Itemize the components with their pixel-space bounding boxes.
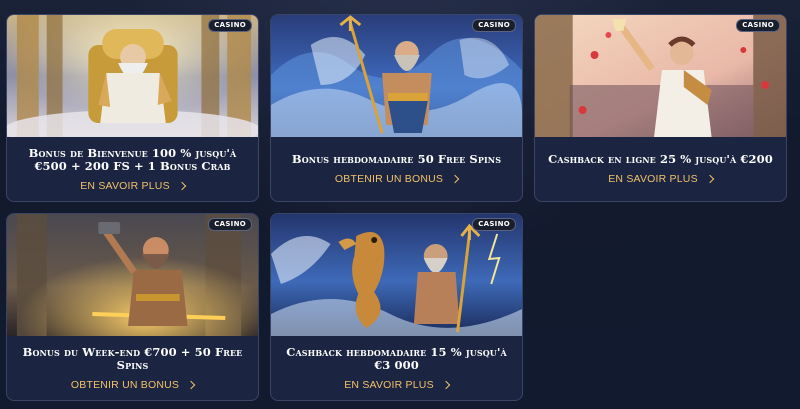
promo-image-poseidon: CASINO — [271, 15, 522, 137]
dionysus-celebration-icon — [535, 15, 786, 137]
promotions-grid: CASINO Bonus de Bienvenue 100 % jusqu'à … — [6, 14, 787, 401]
chevron-right-icon — [450, 174, 460, 184]
get-bonus-link[interactable]: OBTENIR UN BONUS — [334, 173, 460, 185]
promo-card-weekly-free-spins[interactable]: CASINO Bonus hebdomadaire 50 Free Spins … — [270, 14, 523, 202]
promo-title: Bonus du Week-end €700 + 50 Free Spins — [22, 344, 243, 372]
chevron-right-icon — [177, 181, 187, 190]
chevron-right-icon — [441, 380, 451, 389]
zeus-throne-icon — [7, 15, 258, 137]
promo-card-body: Bonus du Week-end €700 + 50 Free Spins O… — [7, 336, 258, 400]
cta-label: EN SAVOIR PLUS — [344, 378, 434, 391]
promo-card-welcome-bonus[interactable]: CASINO Bonus de Bienvenue 100 % jusqu'à … — [6, 14, 259, 202]
promo-title: Cashback hebdomadaire 15 % jusqu'à €3 00… — [286, 344, 507, 372]
cta-label: OBTENIR UN BONUS — [70, 378, 180, 391]
chevron-right-icon — [705, 174, 715, 184]
casino-badge: CASINO — [736, 19, 780, 32]
casino-badge: CASINO — [208, 19, 252, 32]
promotions-page: CASINO Bonus de Bienvenue 100 % jusqu'à … — [0, 0, 800, 409]
promo-image-poseidon-seahorse: CASINO — [271, 214, 522, 336]
promo-title: Bonus hebdomadaire 50 Free Spins — [291, 152, 502, 166]
casino-badge: CASINO — [472, 218, 516, 231]
promo-card-body: Cashback en ligne 25 % jusqu'à €200 EN S… — [535, 137, 786, 201]
casino-badge: CASINO — [472, 19, 516, 32]
learn-more-link[interactable]: EN SAVOIR PLUS — [608, 173, 715, 185]
cta-label: OBTENIR UN BONUS — [334, 173, 444, 185]
learn-more-link[interactable]: EN SAVOIR PLUS — [80, 179, 187, 192]
get-bonus-link[interactable]: OBTENIR UN BONUS — [70, 378, 196, 391]
poseidon-seahorse-icon — [271, 214, 522, 336]
promo-title: Cashback en ligne 25 % jusqu'à €200 — [548, 152, 773, 166]
learn-more-link[interactable]: EN SAVOIR PLUS — [344, 378, 451, 391]
chevron-right-icon — [186, 380, 196, 389]
promo-card-weekly-cashback[interactable]: CASINO Cashback hebdomadaire 15 % jusqu'… — [270, 213, 523, 401]
promo-card-body: Bonus hebdomadaire 50 Free Spins OBTENIR… — [271, 137, 522, 201]
promo-title: Bonus de Bienvenue 100 % jusqu'à €500 + … — [28, 145, 237, 173]
hephaestus-hammer-icon — [7, 214, 258, 336]
casino-badge: CASINO — [208, 218, 252, 231]
cta-label: EN SAVOIR PLUS — [608, 173, 698, 185]
promo-card-body: Cashback hebdomadaire 15 % jusqu'à €3 00… — [271, 336, 522, 400]
cta-label: EN SAVOIR PLUS — [80, 179, 170, 192]
promo-card-weekend-bonus[interactable]: CASINO Bonus du Week-end €700 + 50 Free … — [6, 213, 259, 401]
promo-image-hephaestus: CASINO — [7, 214, 258, 336]
promo-card-body: Bonus de Bienvenue 100 % jusqu'à €500 + … — [7, 137, 258, 201]
promo-image-dionysus: CASINO — [535, 15, 786, 137]
promo-card-online-cashback[interactable]: CASINO Cashback en ligne 25 % jusqu'à €2… — [534, 14, 787, 202]
promo-image-zeus: CASINO — [7, 15, 258, 137]
poseidon-trident-icon — [271, 15, 522, 137]
